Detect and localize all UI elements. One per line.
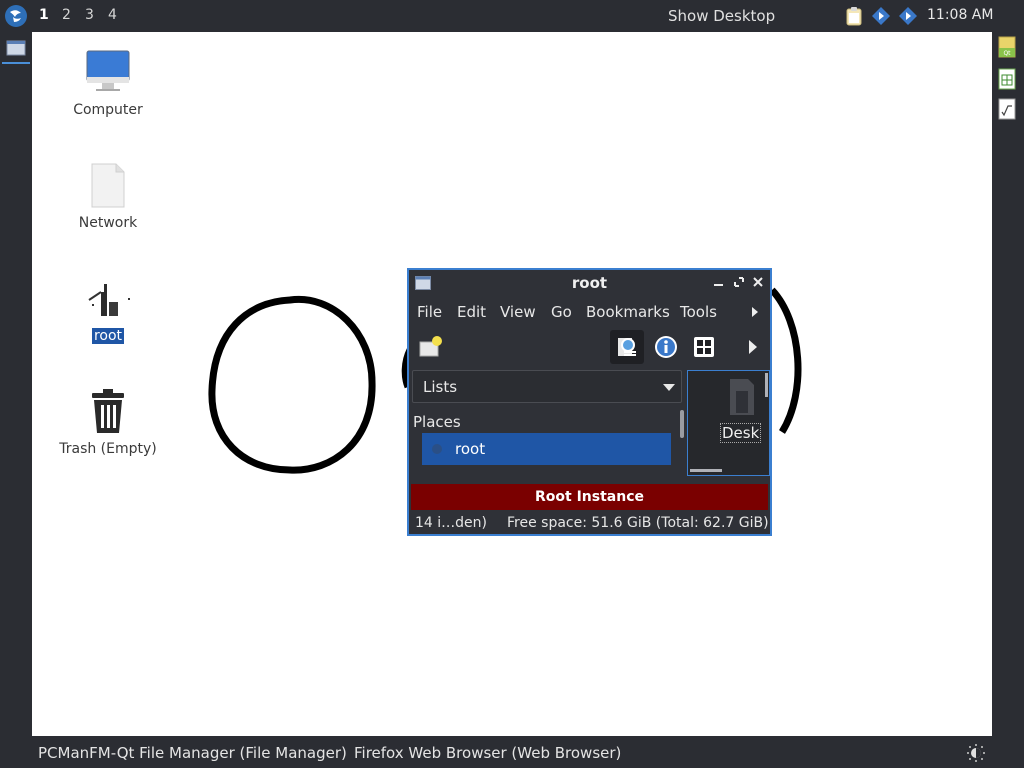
root-instance-banner: Root Instance (411, 484, 768, 510)
clipboard-icon[interactable] (844, 6, 864, 26)
task-file-manager[interactable]: PCManFM-Qt File Manager (File Manager) (38, 744, 347, 762)
window-titlebar[interactable]: root (409, 270, 770, 296)
qt-app-icon[interactable]: Qt (998, 36, 1016, 58)
icon-view-icon (694, 337, 714, 357)
workspace-3[interactable]: 3 (85, 7, 94, 23)
banner-text: Root Instance (535, 489, 644, 505)
network-icon[interactable] (871, 6, 891, 26)
menu-go[interactable]: Go (551, 303, 572, 321)
side-pane-mode-select[interactable]: Lists (412, 370, 682, 403)
menu-bar: File Edit View Go Bookmarks Tools (409, 298, 770, 326)
maximize-icon[interactable] (732, 275, 746, 289)
sidebar-item-root[interactable]: root (422, 433, 671, 465)
computer-icon (86, 50, 130, 91)
desktop-item-computer[interactable]: Computer (53, 48, 163, 118)
sidebar-item-partial[interactable] (429, 470, 489, 475)
desktop-item-label: Network (78, 215, 138, 231)
home-folder-icon (88, 284, 130, 316)
more-arrow-icon (749, 340, 757, 354)
taskbar: PCManFM-Qt File Manager (File Manager) F… (0, 736, 1024, 768)
desktop-item-label: root (91, 328, 125, 344)
folder-icon (730, 379, 754, 415)
info-icon (655, 336, 677, 358)
file-manager-window[interactable]: root File Edit View Go Bookmarks Tools L… (407, 268, 772, 536)
new-folder-icon (419, 336, 442, 357)
left-panel (0, 32, 32, 736)
chevron-down-icon (663, 384, 675, 391)
new-folder-button[interactable] (413, 330, 447, 364)
sidebar-scrollbar[interactable] (680, 410, 684, 438)
icon-view-button[interactable] (687, 330, 721, 364)
desktop-item-label: Computer (73, 102, 143, 118)
window-icon (6, 40, 26, 56)
task-firefox[interactable]: Firefox Web Browser (Web Browser) (354, 744, 621, 762)
start-menu-button[interactable] (4, 4, 28, 28)
detail-view-icon (618, 338, 636, 356)
menu-file[interactable]: File (417, 303, 442, 321)
network-icon[interactable] (898, 6, 918, 26)
spreadsheet-icon[interactable] (998, 68, 1016, 90)
menu-edit[interactable]: Edit (457, 303, 486, 321)
desktop-item-trash[interactable]: Trash (Empty) (53, 387, 163, 457)
folder-view[interactable]: Desk (687, 370, 770, 476)
network-file-icon (91, 163, 125, 208)
show-desktop-button[interactable]: Show Desktop (668, 7, 775, 25)
workspace-1[interactable]: 1 (39, 7, 49, 23)
workspace-4[interactable]: 4 (108, 7, 117, 23)
view-scrollbar[interactable] (765, 373, 768, 397)
status-bar: 14 i…den) Free space: 51.6 GiB (Total: 6… (409, 513, 770, 535)
menu-tools[interactable]: Tools (680, 303, 717, 321)
detail-view-button[interactable] (610, 330, 644, 364)
status-item-count: 14 i…den) (415, 515, 487, 531)
view-hscrollbar[interactable] (690, 469, 722, 472)
menu-overflow-arrow-icon[interactable] (751, 306, 759, 318)
menu-view[interactable]: View (500, 303, 536, 321)
desktop-item-label: Trash (Empty) (59, 441, 157, 457)
status-free-space: Free space: 51.6 GiB (Total: 62.7 GiB) (507, 515, 769, 531)
toolbar (409, 330, 770, 368)
home-icon (432, 444, 442, 454)
brightness-icon[interactable] (966, 743, 986, 763)
desktop-item-root[interactable]: root (53, 274, 163, 344)
places-heading: Places (413, 413, 461, 431)
svg-text:Qt: Qt (1003, 50, 1011, 57)
info-button[interactable] (649, 330, 683, 364)
sidebar-item-label: root (455, 440, 486, 458)
toolbar-overflow-button[interactable] (743, 330, 763, 364)
trash-icon (92, 389, 124, 433)
formula-icon[interactable] (998, 98, 1016, 120)
right-panel: Qt (992, 32, 1024, 736)
clock[interactable]: 11:08 AM (927, 7, 993, 23)
window-list-button[interactable] (6, 40, 26, 56)
workspace-2[interactable]: 2 (62, 7, 71, 23)
desktop-item-network[interactable]: Network (53, 161, 163, 231)
top-panel: 1 2 3 4 Show Desktop 11:08 AM (0, 0, 1024, 32)
menu-bookmarks[interactable]: Bookmarks (586, 303, 670, 321)
side-pane-mode-value: Lists (423, 378, 458, 396)
file-item-label[interactable]: Desk (720, 423, 762, 443)
active-indicator (2, 62, 30, 64)
close-icon[interactable] (751, 275, 765, 289)
minimize-icon[interactable] (712, 275, 726, 289)
lubuntu-logo-icon (5, 5, 27, 27)
